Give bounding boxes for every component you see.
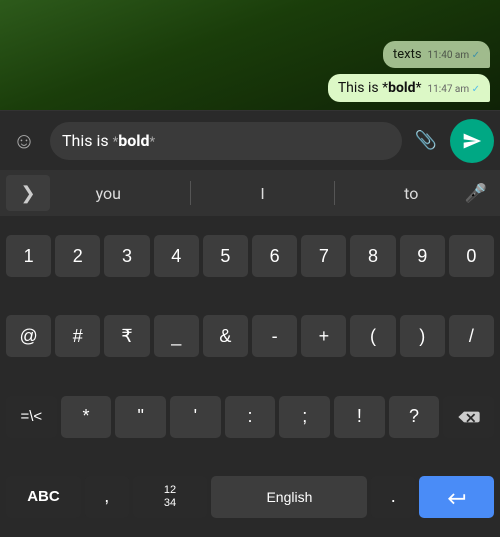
enter-icon — [446, 488, 468, 506]
key-8[interactable]: 8 — [350, 235, 395, 277]
emoji-button[interactable]: ☺ — [6, 123, 42, 159]
key-6[interactable]: 6 — [252, 235, 297, 277]
key-singlequote[interactable]: ' — [170, 396, 221, 438]
bubble1-check: ✓ — [472, 50, 480, 61]
attach-icon: 📎 — [415, 130, 437, 151]
key-ampersand[interactable]: & — [203, 315, 248, 357]
input-bold-text: bold — [118, 131, 149, 150]
key-colon[interactable]: : — [225, 396, 276, 438]
mic-button[interactable]: 🎤 — [458, 175, 494, 211]
suggestion-you[interactable]: you — [86, 178, 131, 209]
abc-key[interactable]: ABC — [6, 476, 81, 518]
mic-icon: 🎤 — [465, 183, 487, 204]
bubble2-bold: bold — [388, 80, 415, 96]
backspace-icon — [458, 409, 480, 425]
chat-bubble-2: This is *bold* 11:47 am ✓ — [328, 74, 490, 102]
number-row: 1 2 3 4 5 6 7 8 9 0 — [0, 216, 500, 296]
numbers-grid-display: 12 34 — [164, 484, 176, 510]
key-exclamation[interactable]: ! — [334, 396, 385, 438]
suggestion-to[interactable]: to — [394, 178, 428, 209]
key-2[interactable]: 2 — [55, 235, 100, 277]
period-key[interactable]: . — [371, 476, 415, 518]
backspace-key[interactable] — [443, 396, 494, 438]
suggestions-list: you I to — [56, 178, 458, 209]
key-plus[interactable]: + — [301, 315, 346, 357]
chat-area: texts 11:40 am ✓ This is *bold* 11:47 am… — [0, 0, 500, 110]
key-asterisk[interactable]: * — [61, 396, 112, 438]
expand-button[interactable]: ❯ — [6, 175, 50, 211]
key-hash[interactable]: # — [55, 315, 100, 357]
suggestions-row: ❯ you I to 🎤 — [0, 170, 500, 216]
key-open-paren[interactable]: ( — [350, 315, 395, 357]
chat-bubble-1: texts 11:40 am ✓ — [383, 41, 490, 68]
bubble1-text: texts — [393, 47, 422, 62]
suggestion-divider-2 — [334, 181, 335, 205]
key-semicolon[interactable]: ; — [279, 396, 330, 438]
comma-key[interactable]: , — [85, 476, 129, 518]
input-asterisk-close: * — [149, 135, 155, 150]
enter-key[interactable] — [419, 476, 494, 518]
key-rupee[interactable]: ₹ — [104, 315, 149, 357]
key-doublequote[interactable]: " — [115, 396, 166, 438]
bubble2-time: 11:47 am ✓ — [428, 84, 480, 95]
message-input[interactable]: This is *bold* — [50, 122, 402, 160]
key-0[interactable]: 0 — [449, 235, 494, 277]
send-icon — [462, 131, 482, 151]
key-3[interactable]: 3 — [104, 235, 149, 277]
bubble2-asterisk-close: * — [416, 80, 422, 96]
language-key[interactable]: English — [211, 476, 367, 518]
suggestion-i[interactable]: I — [250, 178, 274, 209]
keyboard: ❯ you I to 🎤 1 2 3 4 5 6 7 8 9 0 @ # ₹ _… — [0, 170, 500, 537]
key-9[interactable]: 9 — [400, 235, 445, 277]
key-close-paren[interactable]: ) — [400, 315, 445, 357]
bubble1-time: 11:40 am ✓ — [428, 50, 480, 61]
key-at[interactable]: @ — [6, 315, 51, 357]
numbers-grid-key[interactable]: 12 34 — [133, 476, 208, 518]
key-7[interactable]: 7 — [301, 235, 346, 277]
bubble2-prefix: This is *bold* — [338, 80, 422, 96]
send-button[interactable] — [450, 119, 494, 163]
symbols-row-1: @ # ₹ _ & - + ( ) / — [0, 296, 500, 376]
input-prefix: This is — [62, 131, 113, 150]
input-text-display: This is *bold* — [62, 131, 155, 150]
key-5[interactable]: 5 — [203, 235, 248, 277]
bubble2-check: ✓ — [472, 84, 480, 95]
key-underscore[interactable]: _ — [154, 315, 199, 357]
key-slash[interactable]: / — [449, 315, 494, 357]
key-equals-backslash[interactable]: =\< — [6, 396, 57, 438]
bottom-row: ABC , 12 34 English . — [0, 457, 500, 537]
key-4[interactable]: 4 — [154, 235, 199, 277]
emoji-icon: ☺ — [13, 128, 35, 154]
expand-icon: ❯ — [20, 183, 35, 204]
symbols-row-2: =\< * " ' : ; ! ? — [0, 377, 500, 457]
key-1[interactable]: 1 — [6, 235, 51, 277]
attach-button[interactable]: 📎 — [410, 125, 442, 157]
suggestion-divider-1 — [190, 181, 191, 205]
input-bar: ☺ This is *bold* 📎 — [0, 110, 500, 170]
key-question[interactable]: ? — [389, 396, 440, 438]
key-minus[interactable]: - — [252, 315, 297, 357]
